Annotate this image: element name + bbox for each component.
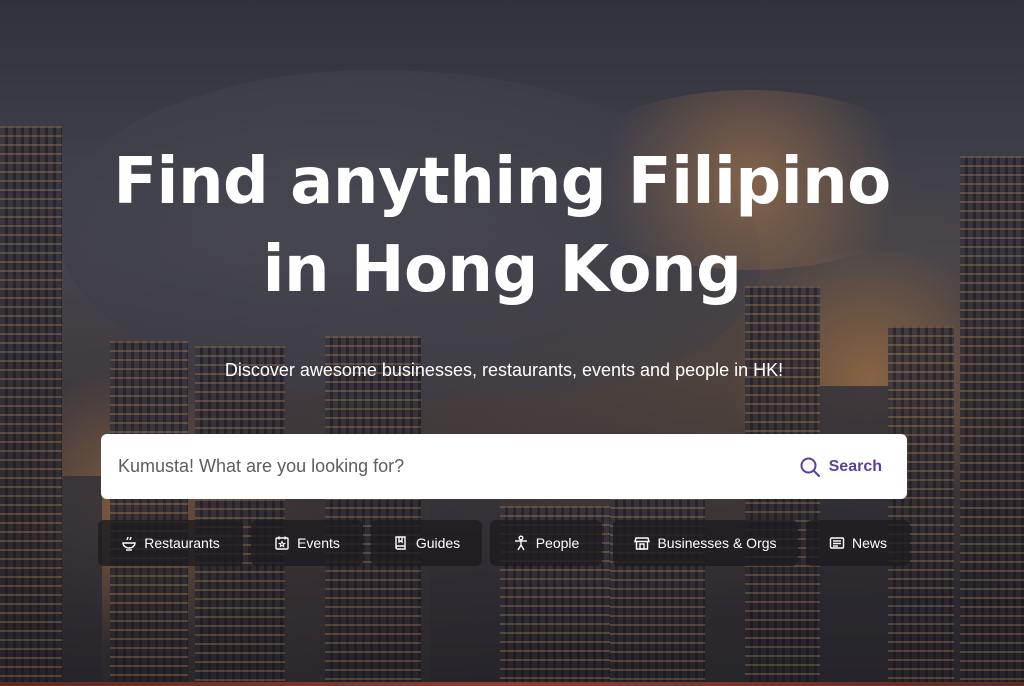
category-label: Events (297, 535, 340, 551)
page-title: Find anything Filipino in Hong Kong (0, 138, 1004, 314)
category-label: People (535, 535, 580, 551)
newspaper-icon (829, 535, 845, 551)
calendar-star-icon (274, 535, 290, 551)
category-label: Guides (415, 535, 461, 551)
category-people[interactable]: People (490, 520, 602, 566)
category-events[interactable]: Events (251, 520, 363, 566)
title-line-1: Find anything Filipino (113, 145, 891, 219)
category-label: Businesses & Orgs (657, 535, 777, 551)
dark-overlay (0, 0, 1024, 686)
page-subtitle: Discover awesome businesses, restaurants… (224, 360, 784, 380)
bottom-accent-strip (0, 682, 1024, 686)
person-icon (513, 535, 529, 551)
title-line-2: in Hong Kong (262, 233, 742, 307)
search-button-label: Search (828, 457, 882, 475)
hero-section: Find anything Filipino in Hong Kong Disc… (0, 0, 1024, 686)
search-bar: Search (101, 434, 907, 499)
search-button[interactable]: Search (799, 456, 882, 478)
search-icon (799, 456, 821, 478)
category-guides[interactable]: Guides (371, 520, 482, 566)
search-input[interactable] (101, 434, 799, 499)
category-label: Restaurants (144, 535, 220, 551)
book-icon (393, 535, 409, 551)
bowl-icon (121, 535, 137, 551)
category-restaurants[interactable]: Restaurants (98, 520, 243, 566)
store-icon (634, 535, 651, 551)
category-businesses-orgs[interactable]: Businesses & Orgs (613, 520, 798, 566)
category-label: News (851, 535, 887, 551)
category-list: Restaurants Events Guides People Busines… (98, 520, 918, 566)
category-news[interactable]: News (806, 520, 910, 566)
